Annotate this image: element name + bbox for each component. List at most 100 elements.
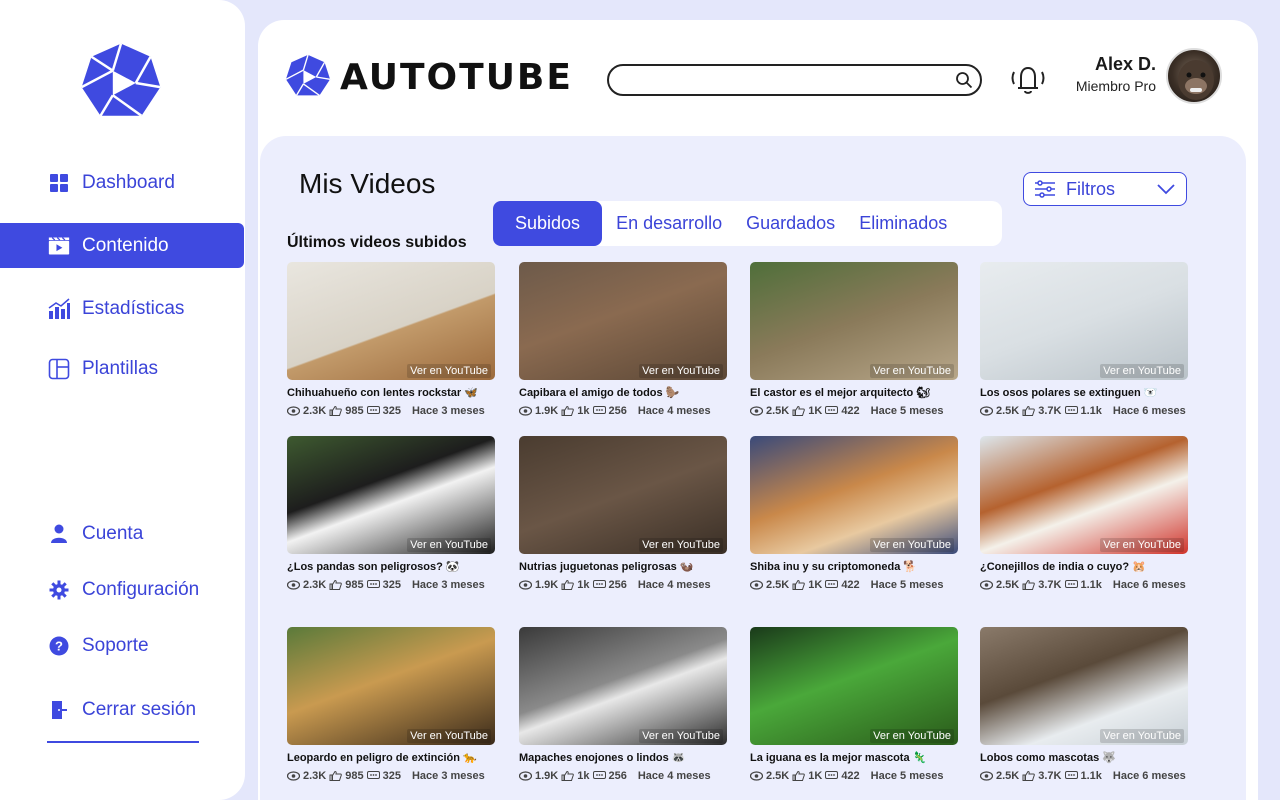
upload-time: Hace 4 meses bbox=[637, 770, 711, 782]
video-card[interactable]: Ver en YouTube El castor es el mejor arqu… bbox=[750, 262, 960, 417]
watch-on-youtube-link[interactable]: Ver en YouTube bbox=[639, 364, 723, 378]
video-card[interactable]: Ver en YouTube Los osos polares se exting… bbox=[980, 262, 1190, 417]
search-icon[interactable] bbox=[955, 71, 973, 89]
watch-on-youtube-link[interactable]: Ver en YouTube bbox=[407, 364, 491, 378]
video-title[interactable]: ¿Conejillos de india o cuyo? 🐹 bbox=[980, 560, 1190, 573]
video-thumbnail[interactable]: Ver en YouTube bbox=[750, 627, 958, 745]
thumbs-up-icon bbox=[1022, 771, 1036, 781]
watch-on-youtube-link[interactable]: Ver en YouTube bbox=[870, 364, 954, 378]
views-count: 2.5K bbox=[766, 770, 790, 782]
likes-count: 1k bbox=[577, 579, 590, 591]
sidebar-item-cerrar-sesion[interactable]: Cerrar sesión bbox=[0, 687, 244, 732]
video-card[interactable]: Ver en YouTube La iguana es la mejor masc… bbox=[750, 627, 960, 782]
views-count: 2.3K bbox=[303, 770, 327, 782]
thumbs-up-icon bbox=[1022, 580, 1036, 590]
video-thumbnail[interactable]: Ver en YouTube bbox=[287, 262, 495, 380]
chevron-down-icon bbox=[1157, 184, 1175, 195]
tab-subidos[interactable]: Subidos bbox=[493, 201, 603, 246]
video-card[interactable]: Ver en YouTube Mapaches enojones o lindos… bbox=[519, 627, 729, 782]
video-stats: 2.5K 1K 422 Hace 5 meses bbox=[750, 405, 960, 417]
watch-on-youtube-link[interactable]: Ver en YouTube bbox=[407, 729, 491, 743]
comment-icon bbox=[366, 406, 380, 414]
video-title[interactable]: Mapaches enojones o lindos 🦝 bbox=[519, 751, 729, 764]
thumbs-up-icon bbox=[1022, 406, 1036, 416]
video-title[interactable]: Los osos polares se extinguen 🐻‍❄️ bbox=[980, 386, 1190, 399]
video-title[interactable]: Nutrias juguetonas peligrosas 🦦 bbox=[519, 560, 729, 573]
sidebar-item-soporte[interactable]: ? Soporte bbox=[0, 623, 244, 668]
video-card[interactable]: Ver en YouTube ¿Conejillos de india o cuy… bbox=[980, 436, 1190, 591]
logout-icon bbox=[48, 699, 70, 721]
bell-icon[interactable] bbox=[1008, 62, 1048, 96]
video-title[interactable]: La iguana es la mejor mascota 🦎 bbox=[750, 751, 960, 764]
comments-count: 1.1k bbox=[1080, 405, 1102, 417]
likes-count: 1K bbox=[808, 579, 823, 591]
thumbs-up-icon bbox=[329, 771, 343, 781]
video-title[interactable]: Lobos como mascotas 🐺 bbox=[980, 751, 1190, 764]
watch-on-youtube-link[interactable]: Ver en YouTube bbox=[639, 538, 723, 552]
thumbs-up-icon bbox=[561, 580, 575, 590]
watch-on-youtube-link[interactable]: Ver en YouTube bbox=[639, 729, 723, 743]
template-icon bbox=[48, 358, 70, 380]
video-thumbnail[interactable]: Ver en YouTube bbox=[750, 436, 958, 554]
brand[interactable]: AUTOTUBE bbox=[284, 54, 573, 100]
video-thumbnail[interactable]: Ver en YouTube bbox=[287, 627, 495, 745]
sidebar-item-label: Estadísticas bbox=[82, 297, 185, 319]
watch-on-youtube-link[interactable]: Ver en YouTube bbox=[1100, 729, 1184, 743]
autotube-logo-icon[interactable] bbox=[80, 42, 162, 124]
upload-time: Hace 3 meses bbox=[411, 579, 485, 591]
tab-en-desarrollo[interactable]: En desarrollo bbox=[604, 201, 734, 246]
thumbs-up-icon bbox=[329, 580, 343, 590]
video-card[interactable]: Ver en YouTube Capibara el amigo de todos… bbox=[519, 262, 729, 417]
video-card[interactable]: Ver en YouTube Leopardo en peligro de ext… bbox=[287, 627, 497, 782]
tab-eliminados[interactable]: Eliminados bbox=[847, 201, 959, 246]
sidebar-item-contenido[interactable]: Contenido bbox=[0, 223, 244, 268]
upload-time: Hace 5 meses bbox=[870, 770, 944, 782]
eye-icon bbox=[519, 580, 532, 590]
video-card[interactable]: Ver en YouTube Lobos como mascotas 🐺 2.5K 3… bbox=[980, 627, 1190, 782]
sidebar-item-estadisticas[interactable]: Estadísticas bbox=[0, 286, 244, 331]
watch-on-youtube-link[interactable]: Ver en YouTube bbox=[407, 538, 491, 552]
upload-time: Hace 3 meses bbox=[411, 405, 485, 417]
likes-count: 1K bbox=[808, 770, 823, 782]
upload-time: Hace 4 meses bbox=[637, 579, 711, 591]
video-title[interactable]: Capibara el amigo de todos 🦫 bbox=[519, 386, 729, 399]
video-thumbnail[interactable]: Ver en YouTube bbox=[750, 262, 958, 380]
avatar[interactable] bbox=[1166, 48, 1222, 104]
video-thumbnail[interactable]: Ver en YouTube bbox=[287, 436, 495, 554]
video-thumbnail[interactable]: Ver en YouTube bbox=[519, 436, 727, 554]
eye-icon bbox=[750, 406, 763, 416]
video-card[interactable]: Ver en YouTube Nutrias juguetonas peligro… bbox=[519, 436, 729, 591]
video-title[interactable]: ¿Los pandas son peligrosos? 🐼 bbox=[287, 560, 497, 573]
video-stats: 2.5K 3.7K 1.1k Hace 6 meses bbox=[980, 770, 1190, 782]
video-card[interactable]: Ver en YouTube Chihuahueño con lentes roc… bbox=[287, 262, 497, 417]
watch-on-youtube-link[interactable]: Ver en YouTube bbox=[870, 729, 954, 743]
watch-on-youtube-link[interactable]: Ver en YouTube bbox=[1100, 538, 1184, 552]
tab-guardados[interactable]: Guardados bbox=[734, 201, 847, 246]
sidebar-item-plantillas[interactable]: Plantillas bbox=[0, 346, 244, 391]
video-title[interactable]: Shiba inu y su criptomoneda 🐕 bbox=[750, 560, 960, 573]
sidebar-item-dashboard[interactable]: Dashboard bbox=[0, 160, 244, 205]
video-thumbnail[interactable]: Ver en YouTube bbox=[519, 627, 727, 745]
search-input[interactable] bbox=[607, 64, 982, 96]
video-thumbnail[interactable]: Ver en YouTube bbox=[980, 262, 1188, 380]
video-title[interactable]: Leopardo en peligro de extinción 🐆 bbox=[287, 751, 497, 764]
watch-on-youtube-link[interactable]: Ver en YouTube bbox=[870, 538, 954, 552]
upload-time: Hace 4 meses bbox=[637, 405, 711, 417]
page-title: Mis Videos bbox=[299, 168, 436, 199]
views-count: 1.9K bbox=[535, 579, 559, 591]
video-title[interactable]: Chihuahueño con lentes rockstar 🦋 bbox=[287, 386, 497, 399]
filters-dropdown[interactable]: Filtros bbox=[1023, 172, 1187, 206]
comment-icon bbox=[825, 406, 839, 414]
views-count: 2.5K bbox=[766, 579, 790, 591]
views-count: 2.5K bbox=[996, 770, 1020, 782]
sidebar-item-cuenta[interactable]: Cuenta bbox=[0, 511, 244, 556]
likes-count: 985 bbox=[345, 405, 364, 417]
video-title[interactable]: El castor es el mejor arquitecto 🐿 bbox=[750, 386, 960, 399]
watch-on-youtube-link[interactable]: Ver en YouTube bbox=[1100, 364, 1184, 378]
sidebar-item-configuracion[interactable]: Configuración bbox=[0, 567, 244, 612]
video-thumbnail[interactable]: Ver en YouTube bbox=[519, 262, 727, 380]
video-card[interactable]: Ver en YouTube ¿Los pandas son peligrosos… bbox=[287, 436, 497, 591]
video-thumbnail[interactable]: Ver en YouTube bbox=[980, 436, 1188, 554]
video-thumbnail[interactable]: Ver en YouTube bbox=[980, 627, 1188, 745]
video-card[interactable]: Ver en YouTube Shiba inu y su criptomoned… bbox=[750, 436, 960, 591]
